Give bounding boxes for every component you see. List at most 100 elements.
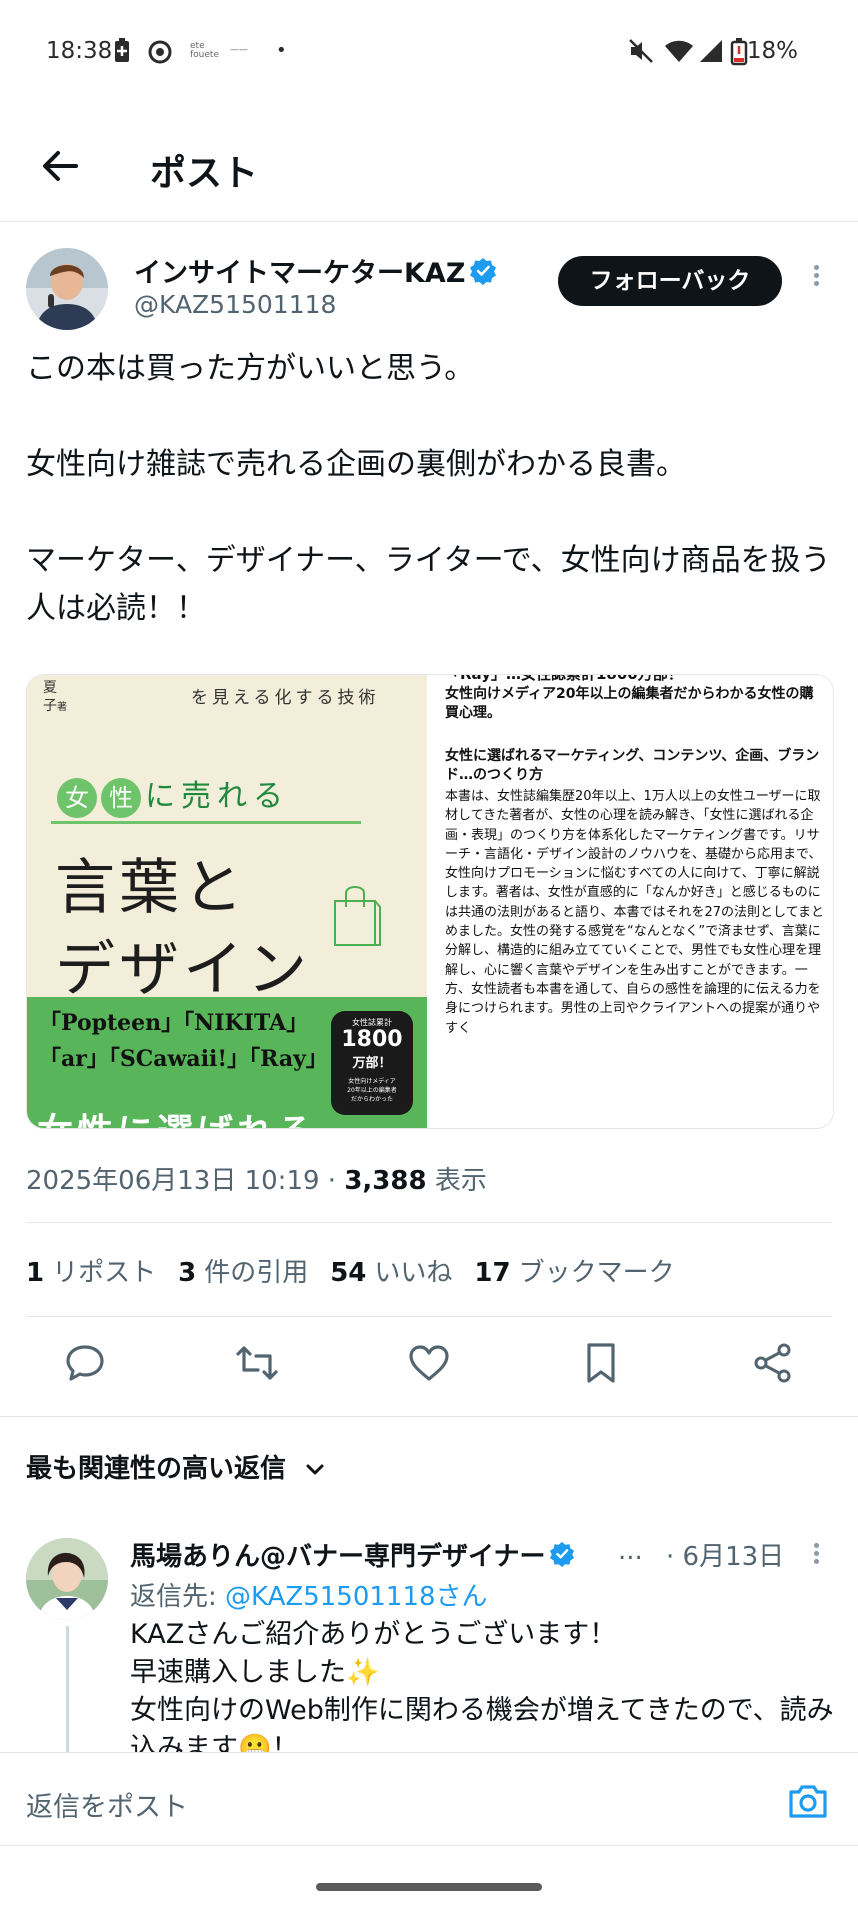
book-description-image[interactable]: 「Ray」…女性誌累計1800万部！ 女性向けメディア20年以上の編集者だからわ… [435,675,833,1128]
share-icon [754,1343,791,1383]
author-avatar[interactable] [26,248,108,330]
post-media: 夏 子著 を見える化する技術 女性に売れる 言葉と デザイン 「Popteen」… [26,674,834,1129]
reposts-label: リポスト [52,1258,157,1288]
status-mini-logo-2: —— [230,45,248,55]
verified-badge-icon [469,257,497,292]
author-handle[interactable]: @KAZ51501118 [134,290,336,319]
cover-underline [51,821,361,824]
reply-author-name[interactable]: 馬場ありん@バナー専門デザイナー [130,1536,575,1574]
reply-body: KAZさんご紹介ありがとうございます！ 早速購入しました✨ 女性向けのWeb制作… [130,1616,840,1768]
reply-input[interactable]: 返信をポスト [26,1785,188,1824]
signal-icon [698,38,724,70]
like-button[interactable] [404,1338,454,1388]
repost-icon [236,1346,278,1380]
reply-to-prefix: 返信先: [130,1582,226,1612]
badge-number: 1800 [341,1027,403,1052]
desc-top: 「Ray」…女性誌累計1800万部！ [445,675,683,684]
cover-magazines: 「Popteen」「NIKITA」 「ar」「SCawaii!」「Ray」 [39,1005,339,1077]
battery-level: 18% [746,38,798,64]
quotes-count: 3 [178,1258,197,1288]
camera-icon [789,1785,827,1818]
follow-back-button[interactable]: フォローバック [558,256,782,306]
reply-name-ellipsis: ... [618,1536,643,1566]
back-button[interactable] [36,142,84,190]
quotes-stat[interactable]: 3 件の引用 [178,1252,308,1289]
like-icon [409,1345,449,1381]
repost-button[interactable] [232,1338,282,1388]
cover-title-big: デザイン [55,935,311,1005]
book-cover-image[interactable]: 夏 子著 を見える化する技術 女性に売れる 言葉と デザイン 「Popteen」… [27,675,427,1128]
divider [26,1222,832,1223]
mute-icon [628,38,654,70]
battery-icon [730,38,748,72]
reply-more-icon[interactable] [806,1540,826,1576]
sort-label: 最も関連性の高い返信 [26,1454,287,1484]
cover-magazines-line: 「ar」「SCawaii!」「Ray」 [39,1046,328,1072]
reply-to: 返信先: @KAZ51501118さん [130,1576,488,1613]
badge-small: 女性向けメディア 20年以上の編集者 だからわかった [347,1078,397,1103]
status-dot: • [276,40,287,61]
reply-sort-dropdown[interactable]: 最も関連性の高い返信 [26,1448,329,1485]
more-options-icon[interactable] [806,262,826,298]
cover-title-rest: に売れる [145,779,289,814]
status-time: 18:38 [46,38,113,64]
views-count: 3,388 [344,1166,427,1196]
badge-unit: 万部！ [352,1056,392,1071]
meta-separator: · [319,1166,345,1196]
bookmarks-stat[interactable]: 17 ブックマーク [474,1252,674,1289]
likes-stat[interactable]: 54 いいね [330,1252,452,1289]
post-paragraph: 女性向け雑誌で売れる企画の裏側がわかる良書。 [26,447,686,482]
views-label: 表示 [426,1166,487,1196]
cover-magazines-line: 「Popteen」「NIKITA」 [39,1010,309,1036]
reply-button[interactable] [60,1338,110,1388]
camera-button[interactable] [786,1779,830,1823]
divider [26,1316,832,1317]
quotes-label: 件の引用 [204,1258,309,1288]
reply-avatar[interactable] [26,1538,108,1620]
verified-badge-icon [549,1541,575,1574]
thread-line [66,1626,69,1756]
status-mini-logo: ete fouete [190,41,219,60]
cover-author-text: 夏 [43,680,57,696]
status-bar: 18:38 ete fouete —— • 18% [0,0,858,106]
cover-badge: 女性誌累計 1800 万部！ 女性向けメディア 20年以上の編集者 だからわかっ… [331,1011,413,1115]
reply-author-text: 馬場ありん@バナー専門デザイナー [130,1542,546,1572]
author-name[interactable]: インサイトマーケターKAZ [134,251,497,292]
top-bar: ポスト [0,106,858,222]
desc-body: 本書は、女性誌編集歴20年以上、1万人以上の女性ユーザーに取材してきた著者が、女… [445,789,824,1036]
reposts-count: 1 [26,1258,45,1288]
divider [0,1845,858,1846]
bookmark-icon [587,1343,615,1383]
cover-author-text: 子 [43,698,57,714]
author-name-text: インサイトマーケターKAZ [134,258,466,289]
chevron-down-icon [306,1464,324,1474]
page-title: ポスト [150,153,259,194]
post-stats: 1 リポスト 3 件の引用 54 いいね 17 ブックマーク [26,1252,697,1289]
post-timestamp: 2025年06月13日 10:19 [26,1166,320,1196]
cover-author: 夏 子著 [43,679,67,717]
post-meta: 2025年06月13日 10:19 · 3,388 表示 [26,1160,487,1197]
reply-icon [66,1345,104,1381]
bookmarks-count: 17 [474,1258,511,1288]
cover-bottom-title: 女性に選ばれる [37,1103,317,1128]
desc-lead: 女性向けメディア20年以上の編集者だからわかる女性の購買心理。 [445,686,814,721]
reposts-stat[interactable]: 1 リポスト [26,1252,156,1289]
post-paragraph: この本は買った方がいいと思う。 [26,351,475,386]
person-photo-icon [26,1538,108,1620]
reply-line: KAZさんご紹介ありがとうございます！ [130,1619,617,1650]
home-indicator[interactable] [316,1883,542,1891]
reply-to-handle[interactable]: @KAZ51501118さん [225,1582,488,1612]
cover-title-big: 言葉と [55,853,247,923]
reply-composer-bar: 返信をポスト [0,1752,858,1907]
bookmark-button[interactable] [576,1338,626,1388]
reply-line: 早速購入しました✨ [130,1657,380,1688]
likes-count: 54 [330,1258,367,1288]
arrow-left-icon [43,151,78,181]
sync-icon [146,38,174,72]
cover-title-row1: 女性に売れる [57,771,289,818]
cover-author-suffix: 著 [57,702,67,713]
wifi-icon [664,38,694,70]
share-button[interactable] [748,1338,798,1388]
post-body: この本は買った方がいいと思う。 女性向け雑誌で売れる企画の裏側がわかる良書。 マ… [26,345,838,633]
desc-heading: 女性に選ばれるマーケティング、コンテンツ、企画、ブランド…のつくり方 [445,748,820,783]
